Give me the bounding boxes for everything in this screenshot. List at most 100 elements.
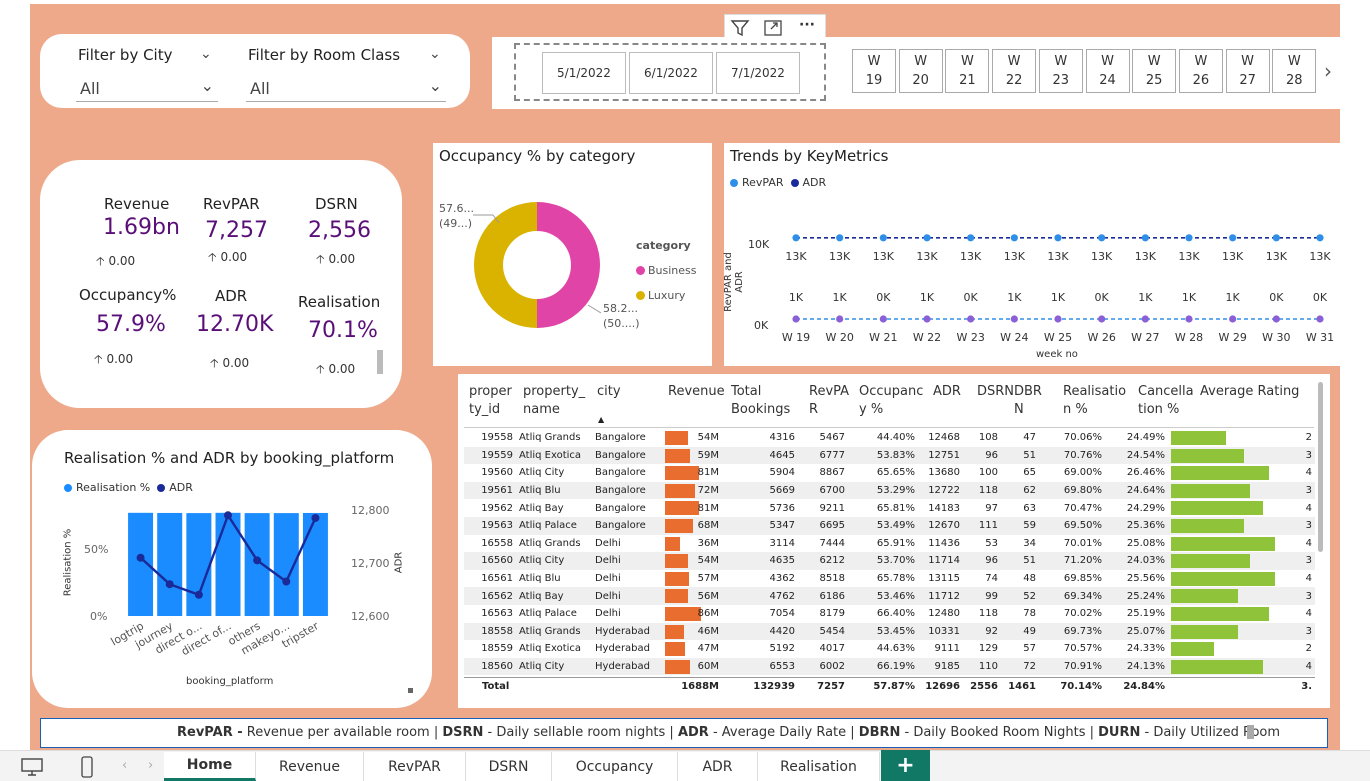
- week-button-23[interactable]: W 23: [1038, 49, 1083, 93]
- donut-slice-business[interactable]: [537, 202, 600, 328]
- point-revpar-5[interactable]: [1010, 234, 1018, 242]
- table-row[interactable]: 18560 Atliq City Hyderabad 60M 6553 6002 66.19…: [464, 657, 1315, 675]
- column-header-1[interactable]: property_ name: [523, 383, 597, 419]
- point-revpar-8[interactable]: [1141, 234, 1149, 242]
- table-row[interactable]: 19562 Atliq Bay Bangalore 81M 5736 9211 65.81%…: [464, 499, 1315, 517]
- week-next-arrow-icon[interactable]: ›: [1324, 59, 1332, 83]
- city-filter-collapse-icon[interactable]: ⌄: [200, 46, 212, 62]
- week-button-25[interactable]: W 25: [1132, 49, 1177, 93]
- bar-2[interactable]: [186, 513, 212, 616]
- column-header-12[interactable]: Average Rating: [1200, 383, 1320, 401]
- point-adr-2[interactable]: [879, 315, 887, 323]
- tab-occupancy[interactable]: Occupancy: [552, 752, 678, 781]
- table-row[interactable]: 19558 Atliq Grands Bangalore 54M 4316 5467 44.…: [464, 429, 1315, 447]
- point-adr-5[interactable]: [1010, 315, 1018, 323]
- tab-dsrn[interactable]: DSRN: [466, 752, 552, 781]
- point-revpar-7[interactable]: [1098, 234, 1106, 242]
- legend-item-luxury[interactable]: Luxury: [636, 283, 697, 308]
- more-options-icon[interactable]: ···: [799, 17, 815, 33]
- point-revpar-0[interactable]: [792, 234, 800, 242]
- table-row[interactable]: 19561 Atliq Blu Bangalore 72M 5669 6700 53.29%…: [464, 481, 1315, 500]
- legend-item-business[interactable]: Business: [636, 258, 697, 283]
- table-vertical-scrollbar[interactable]: [1318, 382, 1323, 552]
- tab-adr[interactable]: ADR: [678, 752, 758, 781]
- point-revpar-10[interactable]: [1229, 234, 1237, 242]
- point-adr-11[interactable]: [1272, 315, 1280, 323]
- room-filter-dropdown[interactable]: All ⌄: [246, 76, 446, 102]
- table-row[interactable]: 19559 Atliq Exotica Bangalore 59M 4645 6777 53…: [464, 446, 1315, 465]
- room-filter-collapse-icon[interactable]: ⌄: [429, 46, 441, 62]
- tab-realisation[interactable]: Realisation: [758, 752, 880, 781]
- point-revpar-1[interactable]: [836, 234, 844, 242]
- point-revpar-12[interactable]: [1316, 234, 1324, 242]
- glossary-scrollbar[interactable]: [1247, 725, 1254, 739]
- point-revpar-11[interactable]: [1272, 234, 1280, 242]
- bar-1[interactable]: [157, 512, 183, 616]
- donut-slice-luxury[interactable]: [474, 202, 537, 328]
- point-adr-9[interactable]: [1185, 315, 1193, 323]
- week-button-28[interactable]: W 28: [1272, 49, 1317, 93]
- week-button-24[interactable]: W 24: [1085, 49, 1130, 93]
- table-row[interactable]: 16563 Atliq Palace Delhi 86M 7054 8179 66.40% 1…: [464, 605, 1315, 623]
- tab-scroll-left-icon[interactable]: ‹: [122, 758, 127, 773]
- column-header-4[interactable]: Total Bookings: [731, 383, 805, 419]
- column-header-10[interactable]: Realisatio n %: [1063, 383, 1137, 419]
- sort-arrow-icon[interactable]: ▲: [598, 415, 604, 424]
- point-adr-10[interactable]: [1229, 315, 1237, 323]
- tab-revenue[interactable]: Revenue: [256, 752, 364, 781]
- adr-point-2[interactable]: [194, 590, 203, 599]
- focus-mode-icon[interactable]: [763, 19, 783, 37]
- date-button-3[interactable]: 7/1/2022: [716, 52, 800, 94]
- column-header-2[interactable]: city: [597, 383, 671, 401]
- point-adr-1[interactable]: [836, 315, 844, 323]
- point-revpar-9[interactable]: [1185, 234, 1193, 242]
- bar-6[interactable]: [302, 512, 328, 616]
- filter-icon[interactable]: [730, 19, 750, 37]
- point-revpar-3[interactable]: [923, 234, 931, 242]
- week-button-21[interactable]: W 21: [945, 49, 990, 93]
- table-row[interactable]: 18558 Atliq Grands Hyderabad 46M 4420 5454 53.…: [464, 622, 1315, 641]
- point-adr-12[interactable]: [1316, 315, 1324, 323]
- resize-handle-icon[interactable]: [408, 688, 413, 693]
- point-adr-8[interactable]: [1141, 315, 1149, 323]
- adr-point-3[interactable]: [224, 511, 232, 520]
- point-adr-3[interactable]: [923, 315, 931, 323]
- table-row[interactable]: 18559 Atliq Exotica Hyderabad 47M 5192 4017 44…: [464, 640, 1315, 658]
- week-button-27[interactable]: W 27: [1225, 49, 1270, 93]
- point-adr-4[interactable]: [967, 315, 975, 323]
- week-button-26[interactable]: W 26: [1178, 49, 1223, 93]
- point-adr-0[interactable]: [792, 315, 800, 323]
- mobile-view-icon[interactable]: [80, 756, 94, 778]
- kpi-scrollbar[interactable]: [377, 350, 383, 374]
- date-button-1[interactable]: 5/1/2022: [542, 52, 626, 94]
- tab-home[interactable]: Home: [164, 752, 256, 781]
- adr-point-5[interactable]: [282, 577, 291, 586]
- point-revpar-4[interactable]: [967, 234, 975, 242]
- add-page-button[interactable]: +: [881, 750, 930, 781]
- point-adr-6[interactable]: [1054, 315, 1062, 323]
- table-row[interactable]: 19563 Atliq Palace Bangalore 68M 5347 6695 53.…: [464, 516, 1315, 535]
- adr-point-4[interactable]: [253, 556, 262, 565]
- point-revpar-2[interactable]: [879, 234, 887, 242]
- table-row[interactable]: 16558 Atliq Grands Delhi 36M 3114 7444 65.91% 1…: [464, 535, 1315, 553]
- point-adr-7[interactable]: [1098, 315, 1106, 323]
- adr-point-6[interactable]: [311, 513, 320, 522]
- week-button-22[interactable]: W 22: [992, 49, 1037, 93]
- city-filter-dropdown[interactable]: All ⌄: [76, 76, 218, 102]
- adr-point-1[interactable]: [165, 580, 174, 589]
- table-row[interactable]: 16561 Atliq Blu Delhi 57M 4362 8518 65.78% 1311…: [464, 570, 1315, 588]
- table-row[interactable]: 16560 Atliq City Delhi 54M 4635 6212 53.70% 117…: [464, 552, 1315, 570]
- table-cell: 16561: [481, 573, 513, 585]
- week-button-19[interactable]: W 19: [852, 49, 896, 93]
- desktop-view-icon[interactable]: [20, 758, 44, 776]
- table-row[interactable]: 16562 Atliq Bay Delhi 56M 4762 6186 53.46% 1171…: [464, 587, 1315, 605]
- adr-point-0[interactable]: [136, 553, 145, 562]
- table-row[interactable]: 19560 Atliq City Bangalore 81M 5904 8867 65.65…: [464, 464, 1315, 482]
- date-button-2[interactable]: 6/1/2022: [629, 52, 713, 94]
- bar-4[interactable]: [244, 513, 270, 616]
- point-revpar-6[interactable]: [1054, 234, 1062, 242]
- tab-scroll-right-icon[interactable]: ›: [148, 758, 153, 773]
- tab-revpar[interactable]: RevPAR: [364, 752, 466, 781]
- column-header-6[interactable]: Occupanc y %: [859, 383, 933, 419]
- week-button-20[interactable]: W 20: [898, 49, 943, 93]
